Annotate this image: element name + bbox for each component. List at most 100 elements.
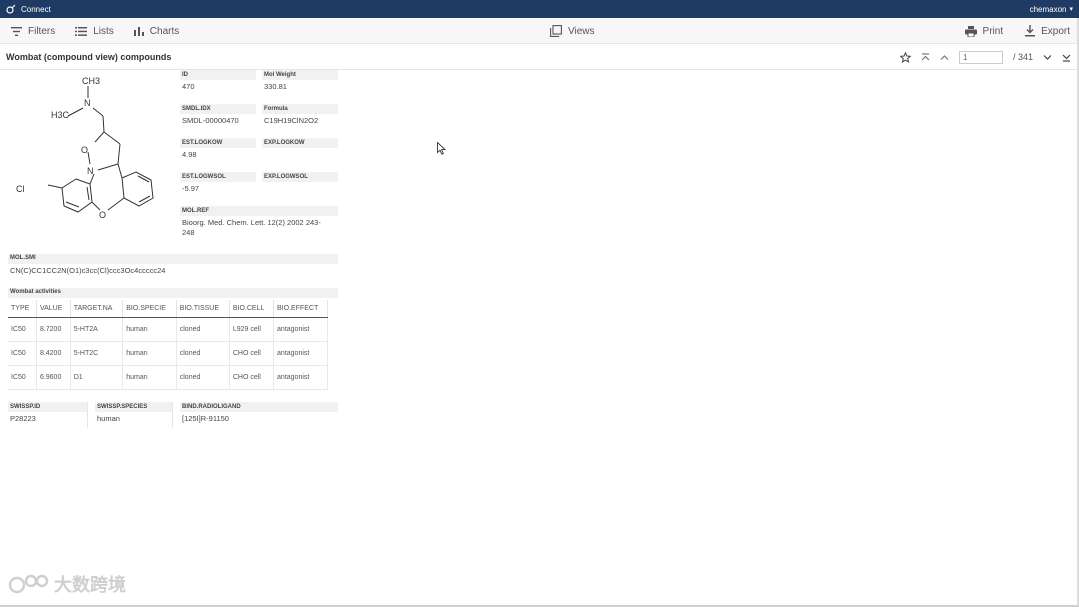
table-cell: human — [122, 317, 177, 342]
view-header: Wombat (compound view) compounds / 341 — [0, 44, 1079, 70]
watermark: 大数跨境 — [8, 571, 126, 597]
last-page-icon[interactable] — [1062, 53, 1071, 62]
atom-ch3-label: CH3 — [82, 76, 100, 86]
export-button[interactable]: Export — [1025, 25, 1070, 37]
est-logkow-value[interactable]: 4.98 — [180, 148, 256, 162]
charts-button[interactable]: Charts — [133, 25, 180, 37]
table-row[interactable]: IC50 8.4200 5-HT2C human cloned CHO cell… — [8, 341, 328, 366]
table-cell: cloned — [176, 341, 230, 366]
table-cell: antagonist — [273, 365, 328, 390]
chevron-down-icon: ▾ — [1069, 6, 1073, 13]
swissp-id-label: SWISSP.ID — [8, 402, 87, 412]
table-cell: 5-HT2C — [70, 341, 124, 366]
page-title: Wombat (compound view) compounds — [6, 51, 172, 62]
mol-ref-field: MOL.REF Bioorg. Med. Chem. Lett. 12(2) 2… — [180, 206, 338, 240]
table-row[interactable]: IC50 6.9600 D1 human cloned CHO cell ant… — [8, 365, 328, 390]
list-icon — [75, 26, 88, 36]
exp-logwsol-value[interactable] — [262, 182, 338, 186]
table-cell: human — [122, 365, 177, 390]
smdl-idx-field: SMDL.IDX SMDL-00000470 — [180, 104, 256, 128]
mol-ref-label: MOL.REF — [180, 206, 338, 216]
table-cell: cloned — [176, 365, 230, 390]
first-page-icon[interactable] — [921, 52, 930, 62]
table-cell: D1 — [70, 365, 124, 390]
swissp-species-label: SWISSP.SPECIES — [95, 402, 172, 412]
mol-smi-value[interactable]: CN(C)CC1CC2N(O1)c3cc(Cl)ccc3Oc4ccccc24 — [8, 264, 338, 277]
id-label: ID — [180, 70, 256, 80]
table-cell: CHO cell — [229, 341, 275, 366]
swissp-species-value[interactable]: human — [95, 412, 172, 426]
molecule-structure: N CH3 H3C O N Cl O — [16, 76, 154, 220]
column-header-target-name[interactable]: TARGET.NA — [70, 300, 124, 318]
atom-o-bridge-label: O — [99, 210, 106, 220]
column-header-bio-effect[interactable]: BIO.EFFECT — [273, 300, 328, 318]
charts-label: Charts — [149, 25, 180, 37]
column-header-bio-tissue[interactable]: BIO.TISSUE — [176, 300, 230, 318]
views-button[interactable]: Views — [550, 25, 595, 37]
print-icon — [964, 25, 977, 37]
bind-radioligand-label: BIND.RADIOLIGAND — [180, 402, 338, 412]
wombat-activities-section: Wombat activities TYPE VALUE TARGET.NA B… — [8, 288, 338, 390]
user-name: chemaxon — [1029, 4, 1067, 14]
views-label: Views — [568, 25, 595, 37]
mol-weight-value[interactable]: 330.81 — [262, 80, 338, 94]
next-page-icon[interactable] — [1043, 53, 1052, 62]
watermark-logo-icon — [8, 574, 49, 594]
swissp-id-value[interactable]: P28223 — [8, 412, 87, 426]
table-row[interactable]: IC50 8.7200 5-HT2A human cloned L929 cel… — [8, 317, 328, 342]
exp-logwsol-field: EXP.LOGWSOL — [262, 172, 338, 186]
prev-page-icon[interactable] — [940, 53, 949, 62]
cursor-icon — [437, 142, 446, 155]
swissp-id-field: SWISSP.ID P28223 — [8, 402, 88, 428]
atom-cl-label: Cl — [16, 184, 25, 194]
formula-label: Formula — [262, 104, 338, 114]
table-cell: 5-HT2A — [70, 317, 124, 342]
est-logwsol-label: EST.LOGWSOL — [180, 172, 256, 182]
column-header-type[interactable]: TYPE — [8, 300, 37, 318]
atom-h3c-label: H3C — [51, 110, 70, 120]
filter-icon — [11, 26, 22, 36]
column-header-bio-cell[interactable]: BIO.CELL — [229, 300, 275, 318]
user-menu[interactable]: chemaxon ▾ — [1030, 5, 1073, 14]
atom-n-label: N — [84, 98, 91, 108]
exp-logkow-value[interactable] — [262, 148, 338, 152]
export-label: Export — [1041, 25, 1070, 37]
app-name: Connect — [21, 4, 51, 14]
filters-button[interactable]: Filters — [11, 26, 55, 37]
mol-weight-label: Mol Weight — [262, 70, 338, 80]
table-cell: human — [122, 341, 177, 366]
print-label: Print — [982, 25, 1004, 37]
table-cell: 8.7200 — [36, 317, 71, 342]
lists-label: Lists — [93, 25, 114, 37]
formula-value[interactable]: C19H19ClN2O2 — [262, 114, 338, 128]
star-icon[interactable] — [899, 51, 911, 63]
table-cell: IC50 — [8, 341, 37, 366]
table-cell: IC50 — [8, 317, 37, 342]
mol-ref-value[interactable]: Bioorg. Med. Chem. Lett. 12(2) 2002 243- — [180, 216, 338, 228]
bind-radioligand-value[interactable]: [125I]R-91150 — [180, 412, 338, 426]
table-cell: IC50 — [8, 365, 37, 390]
table-cell: antagonist — [273, 341, 328, 366]
id-value[interactable]: 470 — [180, 80, 256, 94]
column-header-bio-species[interactable]: BIO.SPECIE — [122, 300, 177, 318]
mol-smi-label: MOL.SMI — [8, 254, 338, 264]
table-header-row: TYPE VALUE TARGET.NA BIO.SPECIE BIO.TISS… — [8, 300, 328, 318]
atom-o-ring-label: O — [81, 145, 88, 155]
activities-label: Wombat activities — [8, 288, 338, 298]
mol-ref-value-line2[interactable]: 248 — [180, 228, 338, 240]
mol-smi-field: MOL.SMI CN(C)CC1CC2N(O1)c3cc(Cl)ccc3Oc4c… — [8, 254, 338, 277]
est-logwsol-field: EST.LOGWSOL -5.97 — [180, 172, 256, 196]
print-button[interactable]: Print — [964, 25, 1004, 37]
column-header-value[interactable]: VALUE — [36, 300, 71, 318]
table-cell: cloned — [176, 317, 230, 342]
est-logwsol-value[interactable]: -5.97 — [180, 182, 256, 196]
bind-radioligand-field: BIND.RADIOLIGAND [125I]R-91150 — [180, 402, 338, 426]
atom-n-ring-label: N — [87, 166, 94, 176]
page-number-input[interactable] — [958, 50, 1003, 64]
smdl-idx-value[interactable]: SMDL-00000470 — [180, 114, 256, 128]
est-logkow-label: EST.LOGKOW — [180, 138, 256, 148]
record-navigator: / 341 — [899, 44, 1071, 70]
lists-button[interactable]: Lists — [75, 26, 114, 37]
table-cell: 8.4200 — [36, 341, 71, 366]
toolbar: Filters Lists Charts Views Print Export — [0, 18, 1079, 44]
